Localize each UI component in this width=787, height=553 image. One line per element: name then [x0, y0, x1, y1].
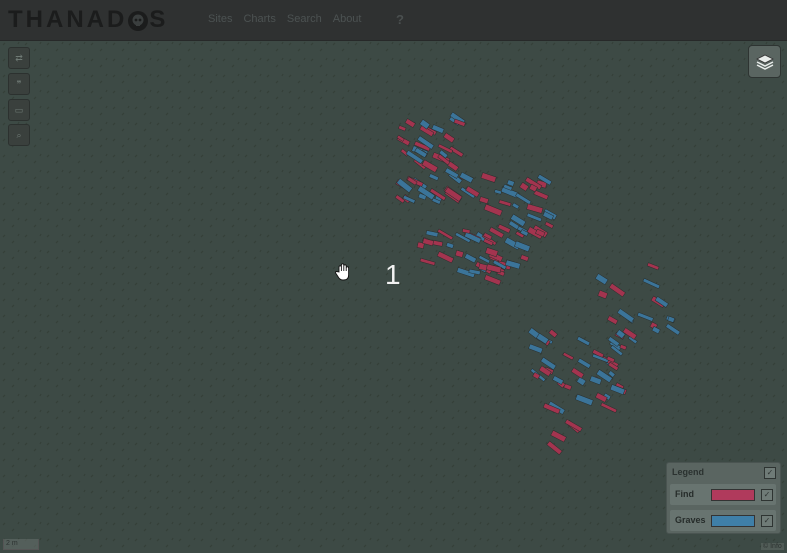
find-feature[interactable] — [562, 352, 575, 361]
find-feature[interactable] — [548, 328, 558, 339]
find-feature[interactable] — [478, 196, 490, 205]
find-feature[interactable] — [526, 203, 544, 214]
find-feature[interactable] — [461, 228, 471, 234]
grave-feature[interactable] — [589, 375, 603, 386]
thanados-logo[interactable]: THANAD S — [8, 6, 168, 34]
hand-cursor-icon — [335, 263, 350, 281]
nav-search[interactable]: Search — [287, 13, 322, 25]
grave-feature[interactable] — [642, 277, 661, 290]
search-icon[interactable]: ⌕ — [8, 124, 30, 146]
legend-panel: Legend ✓ Find ✓ Graves ✓ — [666, 462, 781, 534]
grave-feature[interactable] — [636, 312, 654, 322]
logo-text: THANAD S — [8, 6, 169, 33]
grave-feature[interactable] — [478, 255, 491, 264]
find-feature[interactable] — [600, 402, 618, 413]
find-feature[interactable] — [546, 440, 563, 456]
find-feature[interactable] — [480, 172, 497, 183]
find-feature[interactable] — [437, 228, 454, 241]
find-feature[interactable] — [454, 249, 464, 258]
find-feature[interactable] — [397, 125, 407, 132]
find-swatch — [711, 489, 755, 501]
graves-swatch — [711, 515, 755, 527]
find-feature[interactable] — [421, 159, 439, 173]
quote-icon[interactable]: ❞ — [8, 73, 30, 95]
grave-feature[interactable] — [511, 202, 520, 210]
scale-bar: 2 m — [3, 539, 39, 550]
find-feature[interactable] — [619, 344, 628, 351]
attribution-link[interactable]: © Info — [761, 543, 784, 550]
find-feature[interactable] — [519, 181, 530, 192]
find-feature[interactable] — [533, 189, 549, 201]
nav-sites[interactable]: Sites — [208, 13, 232, 25]
find-feature[interactable] — [483, 203, 503, 217]
legend-item-label: Graves — [675, 515, 706, 525]
grave-feature[interactable] — [665, 323, 681, 336]
find-feature[interactable] — [519, 254, 530, 262]
step-number: 1 — [385, 259, 401, 290]
nav-about[interactable]: About — [333, 13, 362, 25]
grave-feature[interactable] — [402, 194, 416, 204]
swap-icon[interactable]: ⇄ — [8, 47, 30, 69]
grave-feature[interactable] — [428, 173, 440, 182]
find-feature[interactable] — [544, 221, 554, 229]
find-feature[interactable] — [436, 251, 455, 264]
grave-feature[interactable] — [616, 308, 635, 323]
grave-feature[interactable] — [514, 240, 531, 253]
find-feature[interactable] — [484, 247, 499, 258]
grave-feature[interactable] — [425, 230, 439, 238]
skull-icon — [128, 10, 149, 31]
legend-toggle-checkbox[interactable]: ✓ — [764, 467, 776, 479]
card-icon[interactable]: ▭ — [8, 99, 30, 121]
grave-feature[interactable] — [526, 212, 543, 223]
grave-feature[interactable] — [515, 192, 532, 205]
grave-feature[interactable] — [577, 357, 592, 369]
find-feature[interactable] — [498, 199, 512, 207]
find-feature[interactable] — [483, 274, 502, 286]
nav-charts[interactable]: Charts — [243, 13, 275, 25]
grave-feature[interactable] — [594, 273, 609, 286]
legend-item-label: Find — [675, 489, 694, 499]
find-feature[interactable] — [570, 367, 585, 379]
grave-feature[interactable] — [667, 315, 676, 323]
find-feature[interactable] — [606, 315, 619, 325]
grave-feature[interactable] — [464, 253, 477, 264]
find-feature[interactable] — [550, 429, 567, 443]
graves-layer-checkbox[interactable]: ✓ — [761, 515, 773, 527]
find-feature[interactable] — [597, 289, 609, 300]
grave-feature[interactable] — [528, 343, 544, 354]
layers-icon — [755, 54, 774, 70]
grave-feature[interactable] — [576, 336, 591, 347]
find-feature[interactable] — [608, 282, 626, 298]
grave-feature[interactable] — [493, 189, 502, 195]
layers-button[interactable] — [748, 45, 781, 78]
find-feature[interactable] — [442, 132, 456, 144]
legend-item-graves: Graves ✓ — [670, 510, 776, 531]
top-navbar: THANAD S Sites Charts Search About ? — [0, 0, 787, 41]
grave-feature[interactable] — [445, 242, 455, 249]
find-feature[interactable] — [404, 118, 416, 128]
main-nav: Sites Charts Search About — [208, 13, 372, 25]
legend-item-find: Find ✓ — [670, 484, 776, 505]
legend-title: Legend — [672, 467, 705, 477]
find-feature[interactable] — [419, 257, 436, 266]
find-feature[interactable] — [646, 262, 660, 271]
help-icon[interactable]: ? — [396, 12, 404, 27]
find-layer-checkbox[interactable]: ✓ — [761, 489, 773, 501]
grave-feature[interactable] — [575, 393, 594, 406]
